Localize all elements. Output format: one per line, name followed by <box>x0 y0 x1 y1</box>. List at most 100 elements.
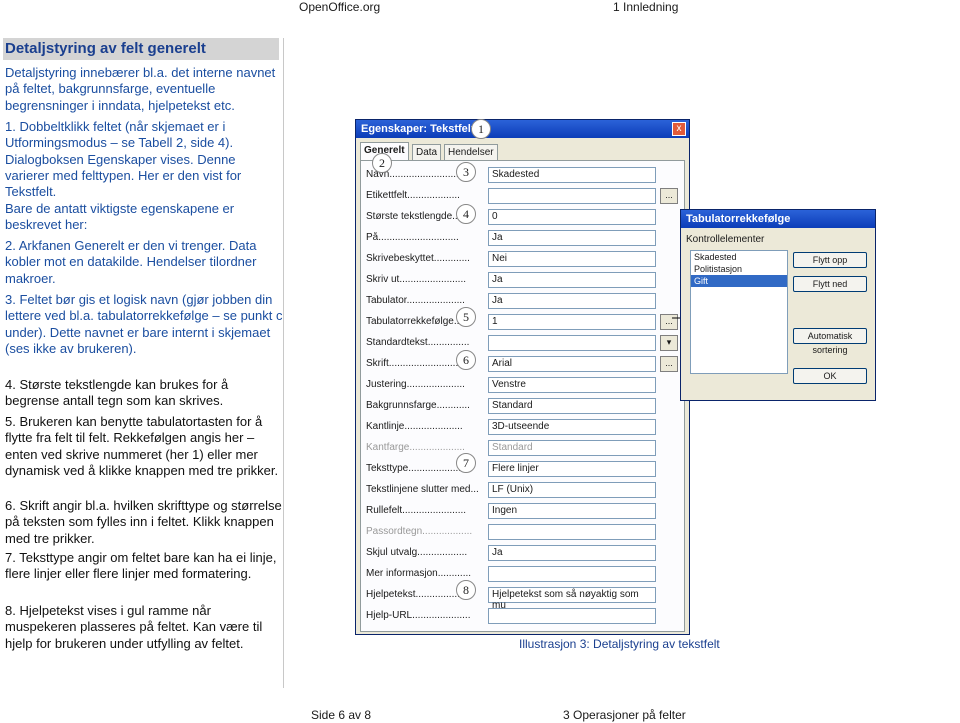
property-value-field[interactable] <box>488 188 656 204</box>
property-row: Tabulator..................... Ja <box>366 293 686 309</box>
property-row: Tekstlinjene slutter med... LF (Unix) <box>366 482 686 498</box>
footer-left: Side 6 av 8 <box>311 708 372 722</box>
property-label: Hjelp-URL..................... <box>366 610 471 621</box>
property-label: Justering..................... <box>366 379 465 390</box>
list-item[interactable]: Skadested <box>691 251 787 263</box>
ok-button[interactable]: OK <box>793 368 867 384</box>
list-item[interactable]: Gift <box>691 275 787 287</box>
tab-order-title: Tabulatorrekkefølge <box>681 210 875 228</box>
callout-7: 7 <box>456 453 476 473</box>
step-8: 8. Hjelpetekst vises i gul ramme når mus… <box>5 603 263 651</box>
callout-6: 6 <box>456 350 476 370</box>
property-row: Kantlinje..................... 3D-utseend… <box>366 419 686 435</box>
tab-data[interactable]: Data <box>412 144 442 160</box>
note-text: Bare de antatt viktigste egenskapene er … <box>5 201 235 233</box>
property-label: Skriv ut........................ <box>366 274 467 285</box>
step-4: 4. Største tekstlengde kan brukes for å … <box>5 377 229 409</box>
property-row: Standardtekst............... ▾ <box>366 335 686 351</box>
property-row: Mer informasjon............ <box>366 566 686 582</box>
property-label: Bakgrunnsfarge............ <box>366 400 470 411</box>
property-value-field[interactable]: Ja <box>488 230 656 246</box>
step-2: 2. Arkfanen Generelt er den vi trenger. … <box>5 238 257 286</box>
property-row: Bakgrunnsfarge............ Standard <box>366 398 686 414</box>
page-header: OpenOffice.org 1 Innledning <box>0 0 960 14</box>
property-browse-button[interactable]: ▾ <box>660 335 678 351</box>
property-value-field[interactable]: Skadested <box>488 167 656 183</box>
close-icon[interactable]: x <box>672 122 686 136</box>
property-label: Skjul utvalg.................. <box>366 547 468 558</box>
section-heading: Detaljstyring av felt generelt <box>3 38 279 60</box>
property-row: Passordtegn.................. <box>366 524 686 540</box>
property-value-field[interactable] <box>488 524 656 540</box>
property-row: Navn......................... Skadested <box>366 167 686 183</box>
property-row: Teksttype..................... Flere linj… <box>366 461 686 477</box>
step-3: 3. Feltet bør gis et logisk navn (gjør j… <box>5 292 283 356</box>
callout-2: 2 <box>372 153 392 173</box>
property-label: Passordtegn.................. <box>366 526 473 537</box>
callout-8: 8 <box>456 580 476 600</box>
dialog-title: Egenskaper: Tekstfelt <box>356 120 689 138</box>
property-row: Hjelp-URL..................... <box>366 608 686 624</box>
property-value-field[interactable] <box>488 566 656 582</box>
callout-5: 5 <box>456 307 476 327</box>
property-value-field[interactable]: Ja <box>488 545 656 561</box>
property-value-field[interactable] <box>488 335 656 351</box>
step-1: 1. Dobbeltklikk feltet (når skjemaet er … <box>5 119 242 200</box>
property-row: Skrivebeskyttet............. Nei <box>366 251 686 267</box>
property-row: Hjelpetekst................... Hjelpeteks… <box>366 587 686 611</box>
property-value-field[interactable]: Nei <box>488 251 656 267</box>
property-browse-button[interactable]: ... <box>660 188 678 204</box>
step-5: 5. Brukeren kan benytte tabulatortasten … <box>5 414 279 478</box>
header-right: 1 Innledning <box>613 0 679 14</box>
property-label: Skrivebeskyttet............. <box>366 253 470 264</box>
section-title: Detaljstyring av felt generelt <box>5 40 206 57</box>
callout-1: 1 <box>471 119 491 139</box>
column-divider <box>283 38 284 688</box>
property-value-field[interactable]: 0 <box>488 209 656 225</box>
property-label: Mer informasjon............ <box>366 568 472 579</box>
move-down-button[interactable]: Flytt ned <box>793 276 867 292</box>
property-value-field[interactable]: Venstre <box>488 377 656 393</box>
callout-4: 4 <box>456 204 476 224</box>
callout-3: 3 <box>456 162 476 182</box>
property-row: Rullefelt....................... Ingen <box>366 503 686 519</box>
property-label: Tekstlinjene slutter med... <box>366 484 479 495</box>
property-value-field[interactable]: LF (Unix) <box>488 482 656 498</box>
property-label: Kantfarge.................... <box>366 442 465 453</box>
property-value-field[interactable]: Arial <box>488 356 656 372</box>
step-6: 6. Skrift angir bl.a. hvilken skrifttype… <box>5 498 282 546</box>
property-value-field[interactable]: 3D-utseende <box>488 419 656 435</box>
property-row: Skjul utvalg.................. Ja <box>366 545 686 561</box>
move-up-button[interactable]: Flytt opp <box>793 252 867 268</box>
property-value-field[interactable]: Standard <box>488 398 656 414</box>
property-value-field[interactable] <box>488 608 656 624</box>
auto-sort-button[interactable]: Automatisk sortering <box>793 328 867 355</box>
property-label: Kantlinje..................... <box>366 421 463 432</box>
property-row: Kantfarge.................... Standard <box>366 440 686 456</box>
property-browse-button[interactable]: ... <box>660 356 678 372</box>
property-label: Standardtekst............... <box>366 337 470 348</box>
tab-hendelser[interactable]: Hendelser <box>444 144 498 160</box>
property-value-field[interactable]: Ja <box>488 293 656 309</box>
property-row: Skriv ut........................ Ja <box>366 272 686 288</box>
property-value-field[interactable]: Ja <box>488 272 656 288</box>
step-7: 7. Teksttype angir om feltet bare kan ha… <box>5 550 277 582</box>
property-row: Skrift........................... Arial..… <box>366 356 686 372</box>
property-row: Største tekstlengde....... 0 <box>366 209 686 225</box>
property-row: Justering..................... Venstre <box>366 377 686 393</box>
property-value-field[interactable]: Hjelpetekst som så nøyaktig som mu <box>488 587 656 611</box>
property-row: Tabulatorrekkefølge....... 1... <box>366 314 686 330</box>
controls-group-label: Kontrollelementer <box>686 234 765 245</box>
property-value-field[interactable]: Flere linjer <box>488 461 656 477</box>
properties-panel: Navn......................... Skadested Et… <box>360 160 685 632</box>
properties-dialog: Egenskaper: Tekstfelt x Generelt Data He… <box>355 119 690 635</box>
property-value-field[interactable]: Standard <box>488 440 656 456</box>
intro-text: Detaljstyring innebærer bl.a. det intern… <box>5 65 276 113</box>
controls-list[interactable]: Skadested Politistasjon Gift <box>690 250 788 374</box>
property-value-field[interactable]: Ingen <box>488 503 656 519</box>
header-left: OpenOffice.org <box>299 0 381 14</box>
list-item[interactable]: Politistasjon <box>691 263 787 275</box>
property-value-field[interactable]: 1 <box>488 314 656 330</box>
tab-order-dialog: Tabulatorrekkefølge Kontrollelementer Sk… <box>680 209 876 401</box>
property-label: Etikettfelt................... <box>366 190 460 201</box>
